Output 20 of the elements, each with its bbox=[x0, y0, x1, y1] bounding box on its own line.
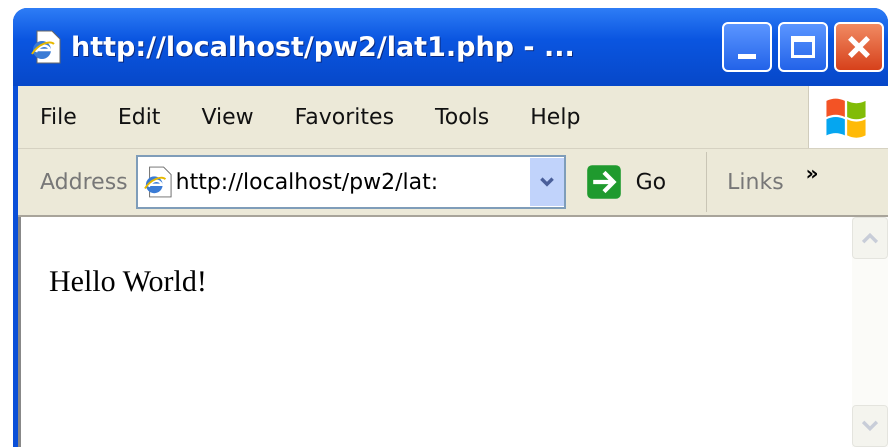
page-text: Hello World! bbox=[49, 265, 207, 298]
menu-item[interactable]: Favorites bbox=[294, 104, 394, 130]
menu-item[interactable]: Edit bbox=[118, 104, 160, 130]
menu-item[interactable]: File bbox=[40, 104, 77, 130]
close-button[interactable] bbox=[834, 22, 884, 72]
dropdown-button[interactable] bbox=[530, 158, 564, 206]
links-label[interactable]: Links bbox=[727, 170, 784, 194]
maximize-button[interactable] bbox=[778, 22, 828, 72]
page-icon bbox=[31, 30, 61, 64]
chevron-button[interactable]: » bbox=[806, 161, 819, 185]
page-icon bbox=[144, 166, 172, 198]
address-label: Address bbox=[40, 170, 128, 194]
go-button[interactable]: Go bbox=[578, 164, 674, 200]
menu-item[interactable]: Help bbox=[530, 104, 580, 130]
address-field[interactable]: http://localhost/pw2/lat: bbox=[136, 155, 566, 209]
close-icon bbox=[846, 34, 872, 60]
minimize-button[interactable] bbox=[722, 22, 772, 72]
menu-item[interactable]: Tools bbox=[435, 104, 490, 130]
window-title: http://localhost/pw2/lat1.php - ... bbox=[71, 32, 576, 62]
menu-item[interactable]: View bbox=[201, 104, 254, 130]
